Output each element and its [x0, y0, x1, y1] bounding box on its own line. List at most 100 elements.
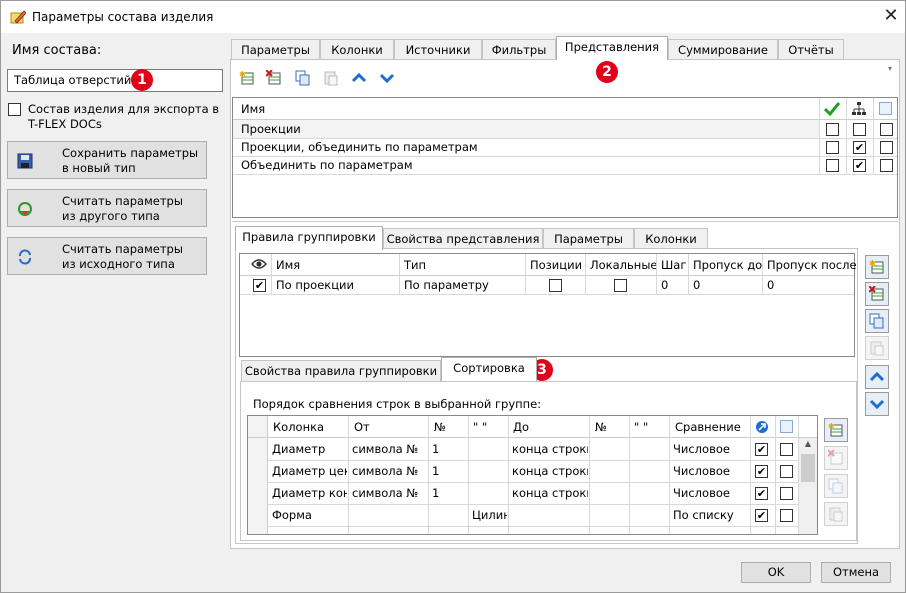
read-source-type-button[interactable]: Считать параметры из исходного типа: [7, 237, 207, 275]
toolbar-overflow[interactable]: ▾: [888, 65, 896, 91]
grouping-row-skip-after: 0: [767, 278, 775, 292]
copy-rule-button[interactable]: [865, 309, 889, 333]
grouping-row-local-checkbox[interactable]: [614, 279, 627, 292]
sort-row-compare: Числовое: [673, 464, 730, 478]
views-row-col2-checkbox[interactable]: [853, 123, 866, 136]
title-bar: Параметры состава изделия ✕: [1, 1, 905, 33]
grouping-header-step: Шаг: [661, 258, 687, 272]
tab-grouping-rules[interactable]: Правила группировки: [235, 226, 383, 250]
tab-parameters[interactable]: Параметры: [231, 39, 320, 60]
read-source-label: Считать параметры из исходного типа: [62, 242, 183, 272]
sort-col-sep: [750, 416, 751, 534]
sort-row-from: символа №: [352, 486, 419, 500]
views-row-col1-checkbox[interactable]: [826, 159, 839, 172]
tab-sub-columns[interactable]: Колонки: [634, 228, 708, 249]
views-row-col2-checkbox[interactable]: ✔: [853, 141, 866, 154]
views-row-col1-checkbox[interactable]: [826, 123, 839, 136]
move-up-icon[interactable]: [351, 70, 367, 86]
tab-view-properties[interactable]: Свойства представления: [383, 228, 543, 249]
sort-row-q1: Цилиндр: [472, 508, 507, 522]
cancel-button[interactable]: Отмена: [821, 562, 891, 583]
read-other-label: Считать параметры из другого типа: [62, 194, 183, 224]
save-params-label: Сохранить параметры в новый тип: [62, 146, 198, 176]
sort-row-from: символа №: [352, 464, 419, 478]
delete-view-icon[interactable]: [266, 70, 282, 86]
tab-summation[interactable]: Суммирование: [668, 39, 778, 60]
grouping-row-positions-checkbox[interactable]: [549, 279, 562, 292]
close-icon[interactable]: ✕: [880, 5, 902, 27]
move-down-icon[interactable]: [379, 70, 395, 86]
add-sort-button[interactable]: ✱: [824, 418, 848, 442]
sort-row-column: Диаметр: [272, 442, 326, 456]
views-col-sep-3: [873, 98, 874, 174]
sorting-grid: Колонка От № " " До № " " Сравнение ▲ Ди…: [247, 415, 818, 535]
sort-header-compare: Сравнение: [675, 420, 741, 434]
views-row-sep: [233, 174, 897, 175]
delete-rule-button[interactable]: [865, 282, 889, 306]
grouping-row-visible-checkbox[interactable]: ✔: [253, 279, 266, 292]
sort-header-n1: №: [434, 420, 446, 434]
read-other-line1: Считать параметры: [62, 194, 183, 208]
export-label-line2: T-FLEX DOCs: [28, 117, 102, 131]
add-rule-button[interactable]: ✱: [865, 255, 889, 279]
add-view-icon[interactable]: ✱: [239, 70, 255, 86]
tab-sources[interactable]: Источники: [394, 39, 482, 60]
sort-row-to: конца строки: [512, 442, 588, 456]
sort-row-a-checkbox[interactable]: ✔: [755, 509, 768, 522]
sort-row-b-checkbox[interactable]: [780, 443, 793, 456]
export-checkbox[interactable]: [8, 103, 21, 116]
name-input[interactable]: Таблица отверстий: [7, 69, 223, 92]
sort-row-compare: По списку: [673, 508, 734, 522]
grouping-col-sep: [399, 254, 400, 294]
tab-sorting[interactable]: Сортировка: [441, 357, 537, 381]
views-row-col3-checkbox[interactable]: [880, 123, 893, 136]
sort-row-compare: Числовое: [673, 442, 730, 456]
splitter[interactable]: [232, 221, 898, 224]
tab-rule-properties[interactable]: Свойства правила группировки: [241, 360, 441, 381]
scroll-thumb[interactable]: [801, 454, 815, 482]
views-row-col3-checkbox[interactable]: [880, 159, 893, 172]
sort-row-b-checkbox[interactable]: [780, 509, 793, 522]
views-row-col2-checkbox[interactable]: ✔: [853, 159, 866, 172]
rule-down-button[interactable]: [865, 392, 889, 416]
name-label: Имя состава:: [12, 43, 102, 58]
sort-row-a-checkbox[interactable]: ✔: [755, 465, 768, 478]
sort-row-b-checkbox[interactable]: [780, 465, 793, 478]
sort-row-b-checkbox[interactable]: [780, 487, 793, 500]
scroll-up-icon[interactable]: ▲: [801, 439, 815, 451]
sort-row-sep: [268, 526, 799, 527]
read-other-type-button[interactable]: Считать параметры из другого типа: [7, 189, 207, 227]
tab-filters[interactable]: Фильтры: [482, 39, 556, 60]
tab-sub-parameters[interactable]: Параметры: [543, 228, 634, 249]
read-other-icon: [18, 202, 32, 216]
views-row-col1-checkbox[interactable]: [826, 141, 839, 154]
sort-col-sep: [669, 416, 670, 534]
grouping-header-name: Имя: [276, 258, 301, 272]
eye-icon: [251, 259, 267, 269]
sort-row-a-checkbox[interactable]: ✔: [755, 487, 768, 500]
save-params-button[interactable]: Сохранить параметры в новый тип: [7, 141, 207, 179]
rule-up-button[interactable]: [865, 365, 889, 389]
tab-reports[interactable]: Отчёты: [778, 39, 844, 60]
sort-row-a-checkbox[interactable]: ✔: [755, 443, 768, 456]
sort-row-compare: Числовое: [673, 486, 730, 500]
views-grid: Имя Проекции Проекции, объединить по пар…: [232, 97, 898, 218]
grouping-header-skip-after: Пропуск после: [767, 258, 857, 272]
badge-2: 2: [596, 61, 618, 83]
save-params-line1: Сохранить параметры: [62, 146, 199, 160]
sort-col-sep: [468, 416, 469, 534]
grouping-row-name: По проекции: [276, 278, 354, 292]
svg-text:✱: ✱: [239, 70, 246, 79]
paste-rule-icon: [870, 341, 884, 356]
tab-views[interactable]: Представления: [556, 36, 668, 60]
sort-header-from: От: [354, 420, 370, 434]
floppy-icon: [17, 153, 33, 169]
sorting-scrollbar[interactable]: [799, 438, 817, 534]
tab-columns[interactable]: Колонки: [320, 39, 394, 60]
ok-button[interactable]: OK: [741, 562, 811, 583]
grouping-col-sep: [656, 254, 657, 294]
tree-structure-icon: [852, 102, 866, 115]
views-row-col3-checkbox[interactable]: [880, 141, 893, 154]
copy-icon[interactable]: [295, 70, 311, 86]
sorting-caption: Порядок сравнения строк в выбранной груп…: [253, 397, 542, 411]
